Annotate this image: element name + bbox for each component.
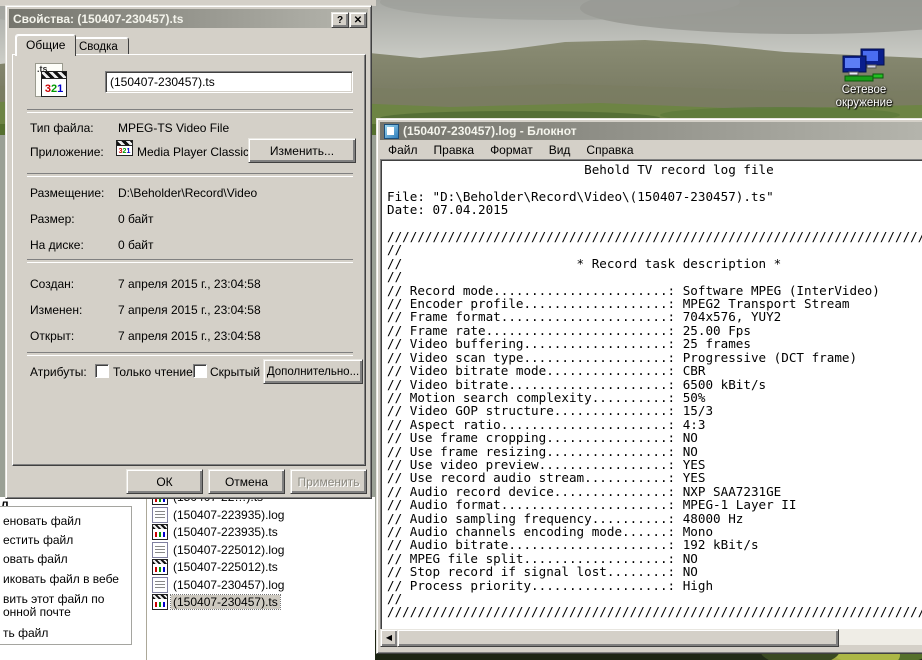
menu-item-2[interactable]: Формат (482, 141, 541, 159)
info-row-label: Тип файла: (30, 121, 94, 135)
info-row-label: Размещение: (30, 186, 104, 200)
video-file-icon (152, 524, 168, 540)
info-row-label: Создан: (30, 277, 74, 291)
task-link-3[interactable]: иковать файл в вебе (3, 573, 119, 586)
general-tab-page: .ts 321 (150407-230457).ts Тип файла: MPE… (12, 54, 366, 466)
apply-button[interactable]: Применить (290, 469, 367, 494)
file-name: (150407-223935).ts (171, 525, 280, 539)
file-list: (150407-22…).ts(150407-223935).log(15040… (152, 489, 372, 660)
info-row-label: Открыт: (30, 329, 74, 343)
task-link-2[interactable]: овать файл (3, 553, 68, 566)
mpc-321-digits: 321 (42, 83, 66, 95)
help-button[interactable]: ? (331, 12, 349, 28)
dialog-titlebar[interactable]: Свойства: (150407-230457).ts (9, 9, 368, 28)
file-row[interactable]: (150407-230457).log (152, 577, 286, 593)
readonly-checkbox[interactable] (95, 364, 109, 378)
separator (27, 109, 353, 113)
network-places-desktop-icon[interactable]: Сетевое окружение (832, 48, 896, 118)
notepad-app-icon (384, 124, 399, 139)
properties-dialog: Свойства: (150407-230457).ts ? ✕ Общие С… (5, 5, 372, 499)
task-link-5[interactable]: ть файл (3, 627, 48, 640)
info-row-value: Media Player Classic - (137, 145, 256, 159)
menu-item-0[interactable]: Файл (380, 141, 426, 159)
readonly-label: Только чтение (113, 365, 193, 379)
ts-file-icon: .ts 321 (33, 63, 69, 103)
video-file-icon (152, 594, 168, 610)
info-row-value: MPEG-TS Video File (118, 121, 229, 135)
file-name: (150407-225012).log (171, 543, 286, 557)
close-button[interactable]: ✕ (349, 12, 367, 28)
task-link-0[interactable]: еновать файл (3, 515, 81, 528)
file-row[interactable]: (150407-225012).ts (152, 559, 280, 575)
info-row-label: Изменен: (30, 303, 82, 317)
mpc-app-icon: 321 (116, 140, 133, 156)
filename-field[interactable]: (150407-230457).ts (105, 71, 353, 93)
info-row-label: Размер: (30, 212, 75, 226)
file-row[interactable]: (150407-223935).log (152, 507, 286, 523)
network-places-label: Сетевое окружение (832, 84, 896, 110)
dialog-title: Свойства: (150407-230457).ts (13, 12, 183, 26)
file-row[interactable]: (150407-223935).ts (152, 524, 280, 540)
separator (27, 352, 353, 356)
hidden-label: Скрытый (210, 365, 260, 379)
info-row-value: D:\Beholder\Record\Video (118, 186, 257, 200)
notepad-menubar: ФайлПравкаФорматВидСправка (380, 141, 922, 159)
file-name: (150407-230457).ts (171, 595, 280, 609)
notepad-text-area[interactable]: Behold TV record log file File: "D:\Beho… (380, 159, 922, 631)
menu-item-4[interactable]: Справка (578, 141, 641, 159)
file-row[interactable]: (150407-230457).ts (152, 594, 280, 610)
file-row[interactable]: (150407-225012).log (152, 542, 286, 558)
advanced-button[interactable]: Дополнительно... (263, 359, 363, 384)
file-tasks-pane: еновать файл естить файл овать файл иковать… (0, 506, 132, 645)
tab-general[interactable]: Общие (15, 34, 76, 56)
cancel-button[interactable]: Отмена (208, 469, 285, 494)
menu-item-1[interactable]: Правка (426, 141, 483, 159)
hidden-checkbox[interactable] (193, 364, 207, 378)
notepad-window: (150407-230457).log - Блокнот ФайлПравка… (376, 118, 922, 654)
attributes-label: Атрибуты: (30, 365, 87, 379)
info-row-value: 0 байт (118, 238, 153, 252)
change-app-button[interactable]: Изменить... (248, 138, 356, 163)
menu-item-3[interactable]: Вид (541, 141, 579, 159)
file-name: (150407-223935).log (171, 508, 286, 522)
left-arrow-icon: ◀ (386, 634, 392, 642)
notepad-document-text: Behold TV record log file File: "D:\Beho… (381, 160, 922, 619)
scroll-left-button[interactable]: ◀ (380, 629, 398, 647)
log-file-icon (152, 577, 168, 593)
notepad-title: (150407-230457).log - Блокнот (403, 124, 577, 138)
log-file-icon (152, 542, 168, 558)
file-name: (150407-230457).log (171, 578, 286, 592)
info-row-value: 7 апреля 2015 г., 23:04:58 (118, 303, 261, 317)
info-row-value: 0 байт (118, 212, 153, 226)
task-link-4[interactable]: вить этот файл по онной почте (3, 593, 104, 619)
scrollbar-thumb[interactable] (397, 629, 839, 647)
task-link-1[interactable]: естить файл (3, 534, 73, 547)
network-monitors-icon (841, 48, 887, 84)
file-name: (150407-225012).ts (171, 560, 280, 574)
notepad-titlebar[interactable]: (150407-230457).log - Блокнот (380, 122, 922, 140)
video-file-icon (152, 559, 168, 575)
separator (27, 259, 353, 263)
info-row-label: На диске: (30, 238, 84, 252)
separator (27, 173, 353, 177)
info-row-label: Приложение: (30, 145, 104, 159)
info-row-value: 7 апреля 2015 г., 23:04:58 (118, 329, 261, 343)
explorer-window-partial: л еновать файлестить файловать файликова… (0, 497, 375, 660)
ok-button[interactable]: ОК (126, 469, 203, 494)
notepad-horizontal-scrollbar[interactable]: ◀ (380, 629, 922, 645)
explorer-pane-divider (146, 497, 147, 660)
log-file-icon (152, 507, 168, 523)
info-row-value: 7 апреля 2015 г., 23:04:58 (118, 277, 261, 291)
filename-value: (150407-230457).ts (106, 72, 352, 92)
